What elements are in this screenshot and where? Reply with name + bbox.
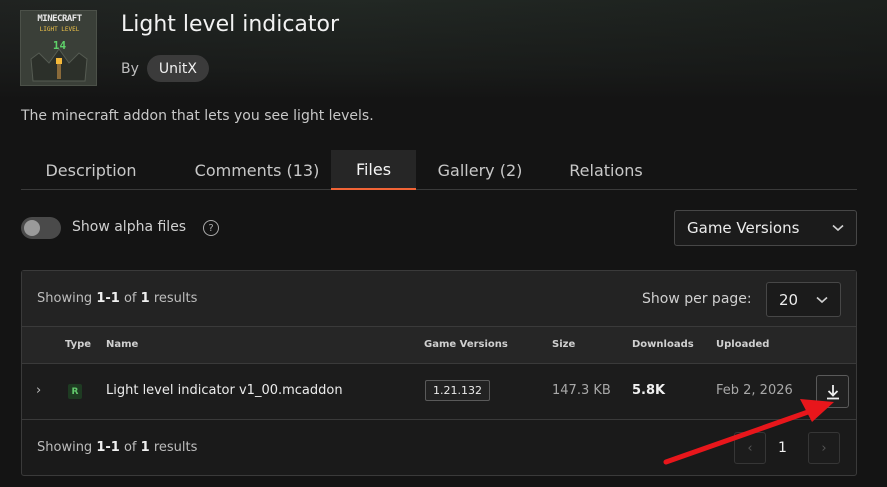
toggle-knob [24, 220, 40, 236]
per-page-select[interactable]: 20 [766, 282, 841, 317]
chevron-down-icon [832, 224, 844, 232]
download-button[interactable] [816, 375, 849, 408]
help-icon[interactable]: ? [203, 220, 219, 236]
tab-files[interactable]: Files [331, 150, 416, 190]
project-logo: MINECRAFT LIGHT LEVEL 14 [20, 10, 97, 86]
tab-relations[interactable]: Relations [551, 150, 661, 190]
author-link[interactable]: UnitX [146, 55, 209, 82]
release-type-badge: R [68, 384, 82, 399]
header-name: Name [106, 339, 139, 350]
torch-icon [30, 48, 88, 82]
upload-date: Feb 2, 2026 [716, 383, 793, 398]
game-versions-select-label: Game Versions [687, 219, 800, 237]
header-size: Size [552, 339, 576, 350]
header-downloads: Downloads [632, 339, 694, 350]
by-label: By [121, 60, 139, 77]
alpha-files-label: Show alpha files [72, 219, 187, 235]
files-panel: Showing 1-1 of 1 results Show per page: … [21, 270, 857, 476]
tab-bar: Description Comments (13) Files Gallery … [21, 150, 857, 190]
results-bar: Showing 1-1 of 1 results Show per page: … [22, 271, 856, 327]
results-summary-top: Showing 1-1 of 1 results [37, 291, 198, 306]
alpha-files-toggle[interactable] [21, 217, 61, 239]
file-name[interactable]: Light level indicator v1_00.mcaddon [106, 383, 343, 398]
current-page-number[interactable]: 1 [778, 440, 787, 456]
download-count: 5.8K [632, 383, 666, 398]
expand-row-icon[interactable]: › [36, 383, 41, 398]
table-header: Type Name Game Versions Size Downloads U… [22, 327, 856, 364]
tab-description[interactable]: Description [21, 150, 161, 190]
chevron-down-icon [816, 296, 828, 303]
table-row[interactable]: › R Light level indicator v1_00.mcaddon … [22, 364, 856, 420]
tab-comments[interactable]: Comments (13) [169, 150, 345, 190]
file-size: 147.3 KB [552, 383, 611, 398]
results-summary-bottom: Showing 1-1 of 1 results [37, 440, 198, 455]
header-type: Type [65, 339, 92, 350]
byline: By UnitX [121, 55, 209, 82]
per-page-label: Show per page: [642, 291, 752, 307]
project-title: Light level indicator [121, 12, 340, 37]
previous-page-button[interactable]: ‹ [734, 432, 766, 464]
game-version-chip: 1.21.132 [425, 380, 490, 401]
game-versions-select[interactable]: Game Versions [674, 210, 857, 246]
download-icon [826, 384, 839, 399]
header-game-versions: Game Versions [424, 339, 508, 350]
per-page-value: 20 [779, 290, 799, 309]
header-uploaded: Uploaded [716, 339, 770, 350]
next-page-button[interactable]: › [808, 432, 840, 464]
tab-gallery[interactable]: Gallery (2) [420, 150, 540, 190]
project-description: The minecraft addon that lets you see li… [21, 108, 374, 124]
